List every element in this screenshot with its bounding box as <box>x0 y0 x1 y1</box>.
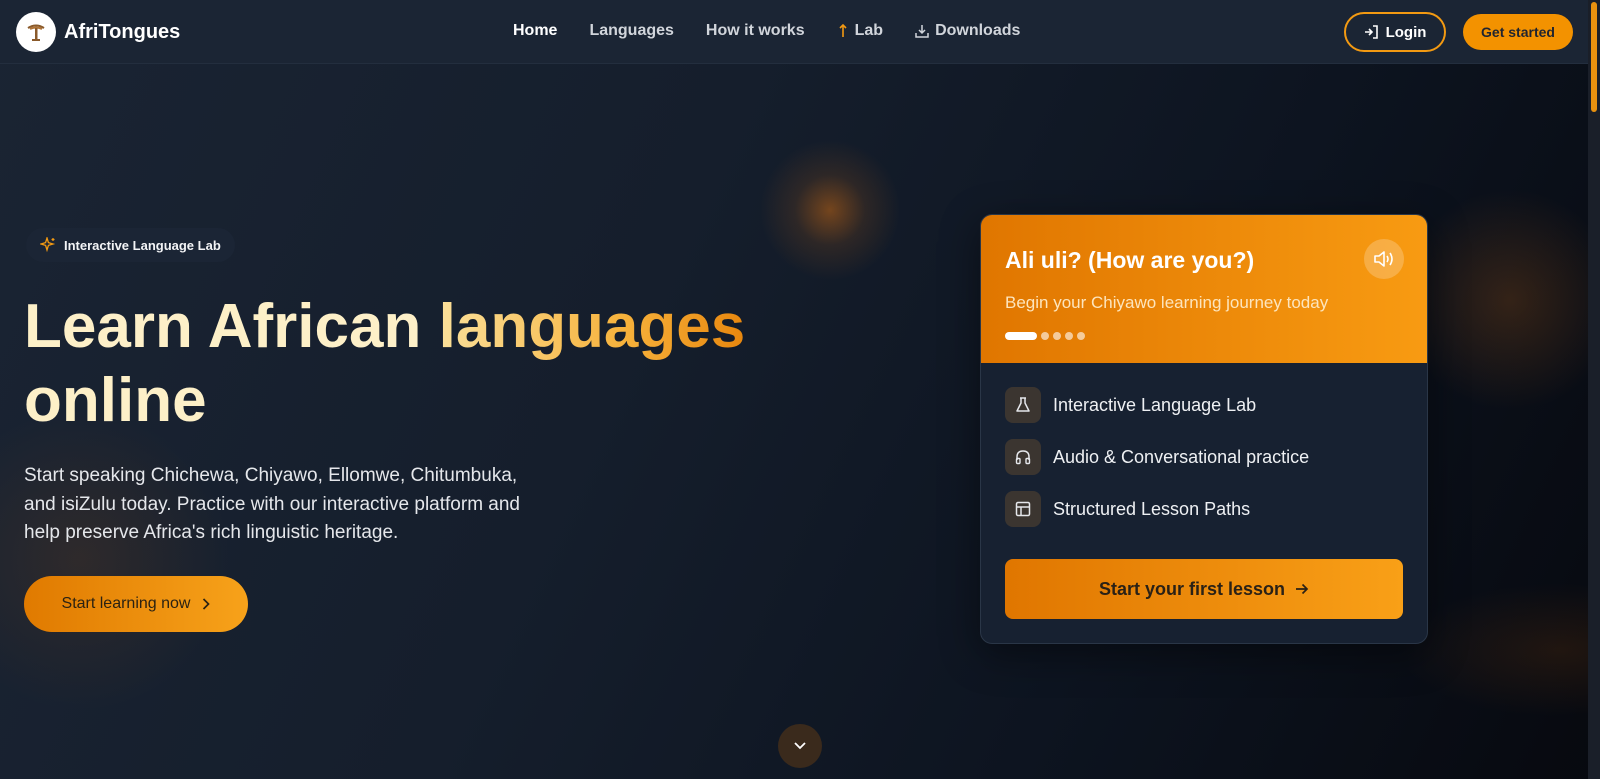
login-label: Login <box>1385 23 1427 41</box>
play-audio-button[interactable] <box>1364 239 1404 279</box>
chevron-down-icon <box>794 742 806 750</box>
flask-icon <box>839 24 847 37</box>
brand-logo-link[interactable]: AfriTongues <box>16 12 180 52</box>
sparkles-icon <box>40 237 56 253</box>
start-first-lesson-button[interactable]: Start your first lesson <box>1005 559 1403 619</box>
hero-title: Learn African languages online <box>24 290 784 438</box>
nav-how-it-works[interactable]: How it works <box>706 22 805 40</box>
scrollbar-thumb[interactable] <box>1591 2 1597 112</box>
slide-dot[interactable] <box>1005 332 1037 340</box>
logo-icon <box>16 12 56 52</box>
card-title: Ali uli? (How are you?) <box>1005 247 1255 273</box>
feature-item: Structured Lesson Paths <box>1005 491 1309 527</box>
feature-item: Interactive Language Lab <box>1005 387 1309 423</box>
start-learning-button[interactable]: Start learning now <box>24 576 248 632</box>
arrow-right-icon <box>1296 583 1309 595</box>
nav-downloads-label: Downloads <box>935 22 1021 39</box>
feature-list: Interactive Language Lab Audio & Convers… <box>1005 387 1309 543</box>
nav-lab-label: Lab <box>854 22 884 39</box>
nav-lab[interactable]: Lab <box>837 22 883 40</box>
lesson-preview-card: Ali uli? (How are you?) Begin your Chiya… <box>980 214 1428 644</box>
feature-label: Audio & Conversational practice <box>1053 446 1310 467</box>
nav-downloads[interactable]: Downloads <box>915 22 1020 40</box>
feature-label: Interactive Language Lab <box>1053 394 1257 415</box>
slide-dot[interactable] <box>1077 332 1085 340</box>
hero-badge: Interactive Language Lab <box>26 228 235 262</box>
hero-title-highlight: languages <box>438 292 746 361</box>
brand-name: AfriTongues <box>64 20 181 43</box>
nav-home-label: Home <box>513 22 558 39</box>
slide-indicators <box>1005 332 1089 340</box>
nav-languages[interactable]: Languages <box>589 22 673 40</box>
page-scrollbar[interactable] <box>1588 0 1600 779</box>
slide-dot[interactable] <box>1041 332 1049 340</box>
download-icon <box>915 25 929 38</box>
login-icon <box>1364 25 1378 39</box>
flask-icon <box>1005 387 1041 423</box>
nav-how-it-works-label: How it works <box>705 22 805 39</box>
get-started-button[interactable]: Get started <box>1463 14 1573 50</box>
slide-dot[interactable] <box>1065 332 1073 340</box>
feature-label: Structured Lesson Paths <box>1053 498 1251 519</box>
top-navbar: AfriTongues Home Languages How it works … <box>0 0 1588 64</box>
hero-title-part1: Learn African <box>24 292 439 361</box>
nav-languages-label: Languages <box>589 22 674 39</box>
chevron-right-icon <box>203 598 211 610</box>
headphones-icon <box>1005 439 1041 475</box>
login-button[interactable]: Login <box>1344 12 1446 52</box>
hero-description: Start speaking Chichewa, Chiyawo, Ellomw… <box>24 465 520 543</box>
main-nav: Home Languages How it works Lab Download… <box>513 22 1052 40</box>
card-subtitle: Begin your Chiyawo learning journey toda… <box>1005 293 1329 312</box>
hero-badge-label: Interactive Language Lab <box>64 237 221 253</box>
get-started-label: Get started <box>1481 24 1555 40</box>
start-learning-label: Start learning now <box>61 595 191 612</box>
speaker-icon <box>1374 251 1393 267</box>
card-header: Ali uli? (How are you?) Begin your Chiya… <box>981 215 1427 363</box>
start-first-lesson-label: Start your first lesson <box>1098 578 1286 599</box>
scroll-down-button[interactable] <box>778 724 822 768</box>
nav-home[interactable]: Home <box>513 22 557 40</box>
slide-dot[interactable] <box>1053 332 1061 340</box>
hero-title-part2: online <box>24 366 207 435</box>
feature-item: Audio & Conversational practice <box>1005 439 1309 475</box>
layout-icon <box>1005 491 1041 527</box>
